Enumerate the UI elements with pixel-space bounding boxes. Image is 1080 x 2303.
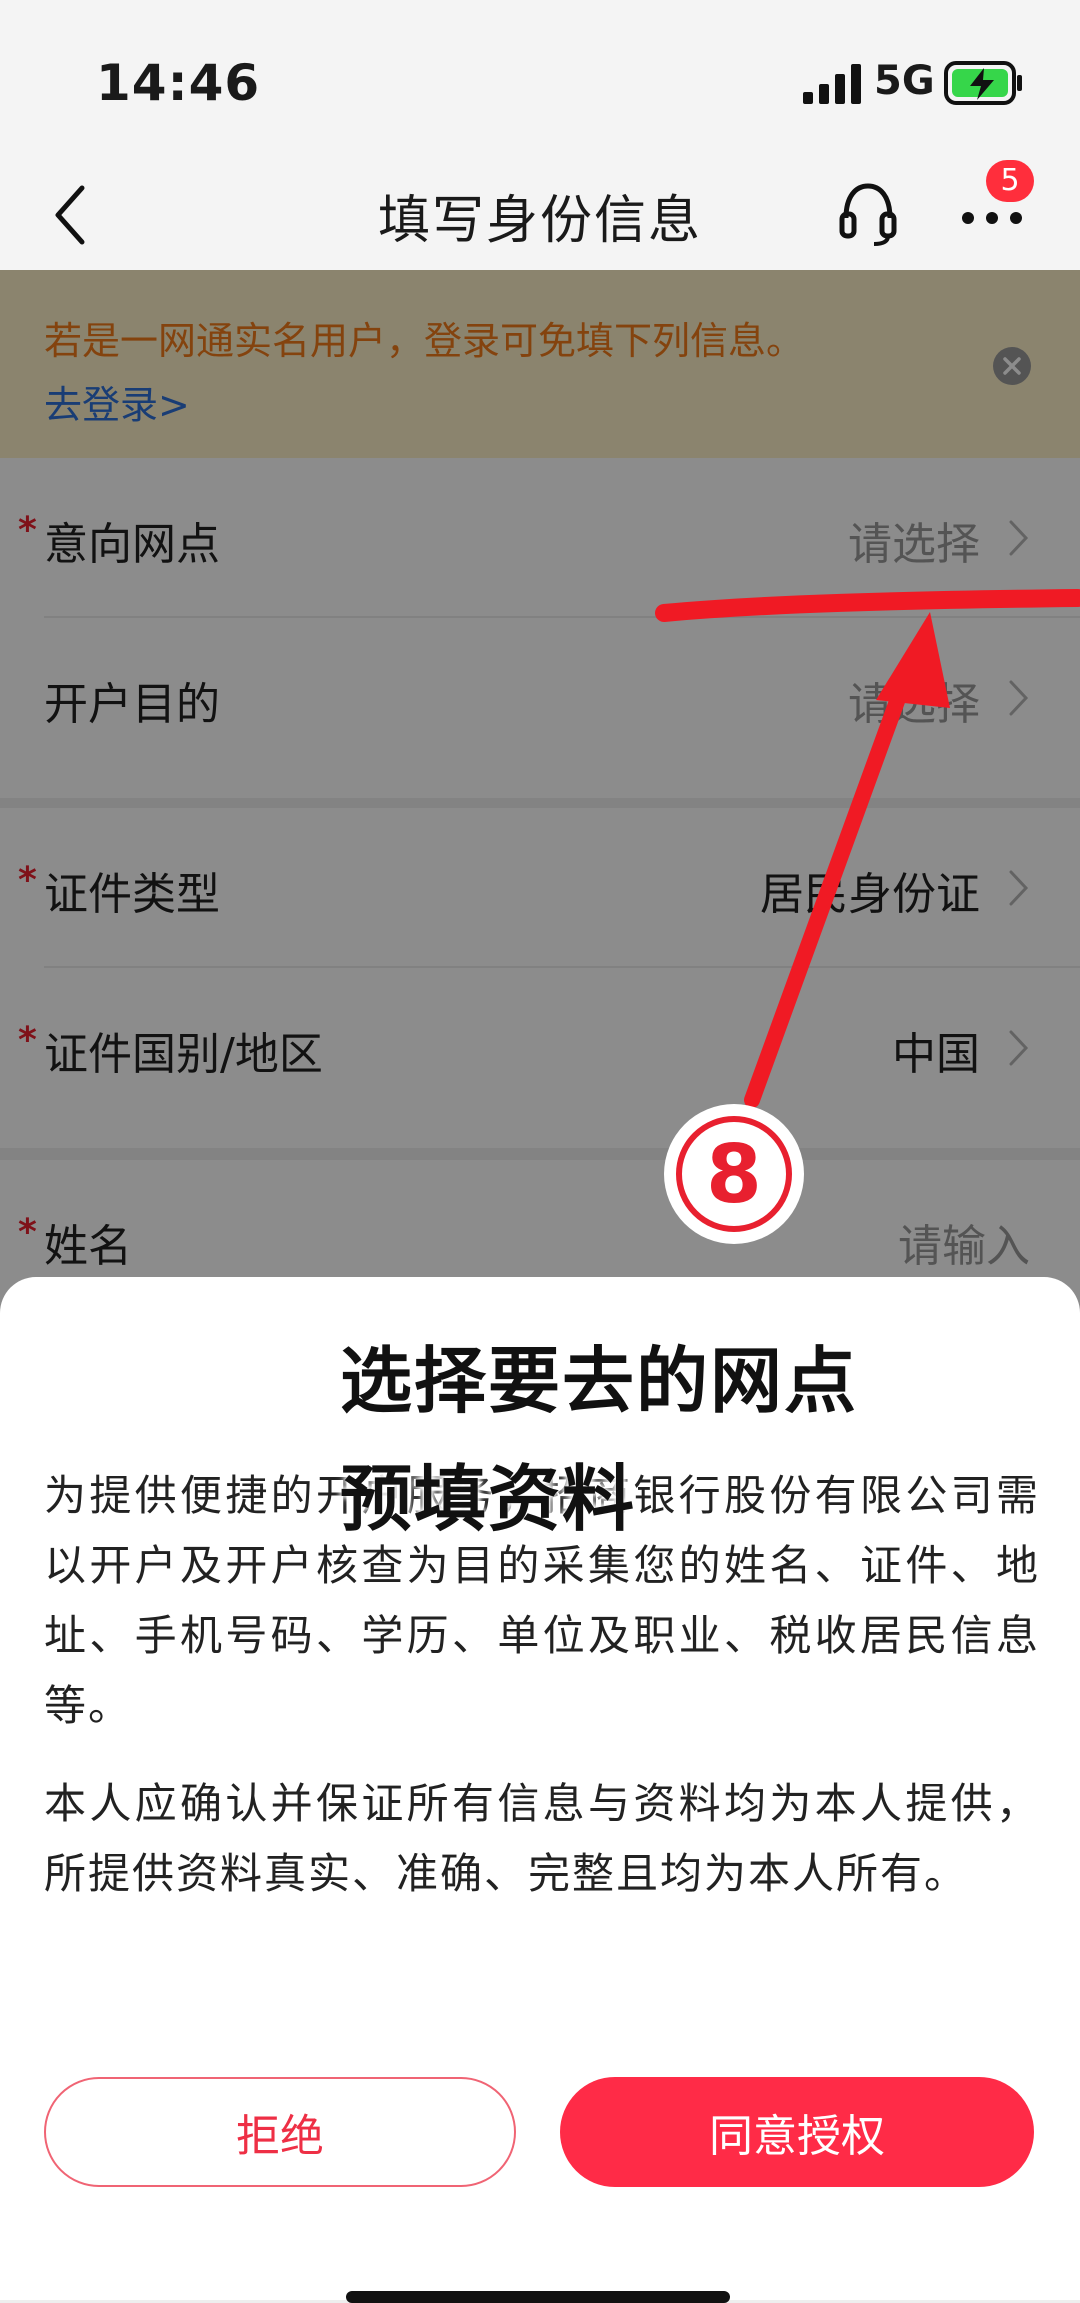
step-badge: 8 (664, 1104, 804, 1244)
annotation-heading: 选择要去的网点 (340, 1339, 859, 1423)
annotation-layer: 8 选择要去的网点 预填资料 (0, 0, 1080, 2300)
step-number: 8 (676, 1116, 792, 1232)
annotation-subheading: 预填资料 (340, 1457, 637, 1541)
annotation-arrow (655, 589, 1080, 1108)
